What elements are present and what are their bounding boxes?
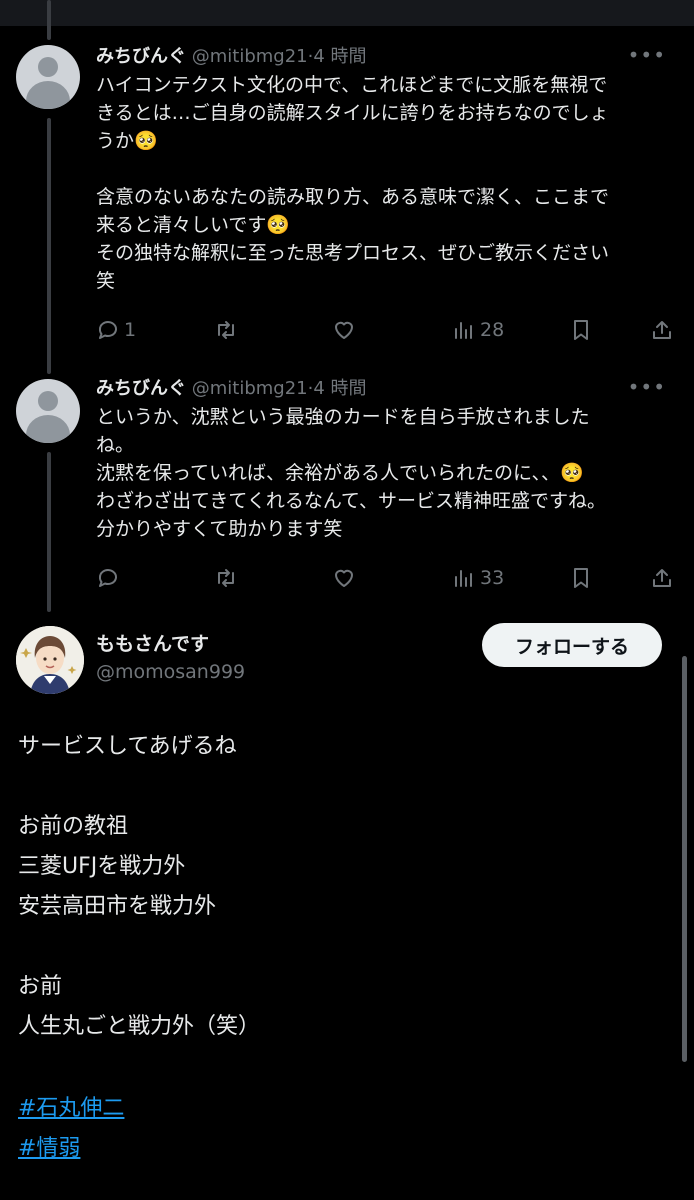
tweet-text-line: お前の教祖 (18, 814, 129, 839)
reply-icon (98, 321, 117, 339)
tweet-actions: 1 28 (96, 316, 676, 344)
scrollbar[interactable] (682, 656, 687, 1062)
heart-icon (335, 321, 353, 339)
tweet-text-line: お前 (18, 974, 63, 999)
user-handle[interactable]: @mitibmg21 (192, 46, 308, 67)
tweet-header: みちびんぐ @mitibmg21·4 時間 (96, 45, 666, 69)
thread-tweet: みちびんぐ @mitibmg21·4 時間 ••• ハイコンテクスト文化の中で、… (96, 45, 666, 295)
thread-connector (47, 0, 51, 40)
view-count: 33 (480, 567, 505, 589)
tweet-actions: 33 (96, 564, 676, 592)
user-handle[interactable]: @mitibmg21 (192, 378, 308, 399)
avatar[interactable] (16, 379, 80, 443)
bookmark-icon (574, 568, 588, 588)
avatar[interactable] (16, 45, 80, 109)
tweet-text-line: 安芸高田市を戦力外 (18, 894, 217, 919)
reply-button[interactable] (96, 564, 124, 592)
tweet-text: ハイコンテクスト文化の中で、これほどまでに文脈を無視で きるとは…ご自身の読解スタ… (96, 74, 610, 292)
reply-count: 1 (124, 319, 137, 341)
more-icon[interactable]: ••• (628, 377, 666, 397)
timestamp[interactable]: 4 時間 (313, 46, 366, 67)
share-icon (653, 321, 671, 339)
tweet-text-line: 人生丸ごと戦力外（笑） (18, 1014, 261, 1039)
view-count: 28 (480, 319, 505, 341)
views-icon (455, 570, 472, 587)
hashtag-link[interactable]: #石丸伸二 (18, 1094, 124, 1124)
bookmark-icon (574, 320, 588, 340)
top-bar (0, 0, 694, 26)
views-button[interactable]: 28 (452, 316, 504, 344)
follow-button[interactable]: フォローする (482, 623, 662, 667)
views-icon (455, 322, 472, 339)
display-name[interactable]: みちびんぐ (96, 46, 186, 67)
share-icon (653, 569, 671, 587)
thread-connector (47, 118, 51, 374)
retweet-button[interactable] (214, 564, 242, 592)
tweet-header: みちびんぐ @mitibmg21·4 時間 (96, 377, 666, 401)
display-name[interactable]: みちびんぐ (96, 378, 186, 399)
retweet-icon (218, 569, 234, 587)
thread-tweet: みちびんぐ @mitibmg21·4 時間 ••• というか、沈黙という最強のカ… (96, 377, 666, 543)
heart-icon (335, 569, 353, 587)
timestamp[interactable]: 4 時間 (313, 378, 366, 399)
hashtag-link[interactable]: #情弱 (18, 1134, 80, 1164)
display-name[interactable]: ももさんです (96, 631, 209, 657)
like-button[interactable] (332, 316, 360, 344)
avatar[interactable] (16, 626, 84, 694)
views-button[interactable]: 33 (452, 564, 504, 592)
share-button[interactable] (650, 564, 674, 592)
bookmark-button[interactable] (569, 316, 593, 344)
bookmark-button[interactable] (569, 564, 593, 592)
thread-connector (47, 452, 51, 612)
reply-icon (98, 569, 117, 587)
reply-button[interactable]: 1 (96, 316, 136, 344)
avatar-illustration (16, 626, 84, 694)
share-button[interactable] (650, 316, 674, 344)
like-button[interactable] (332, 564, 360, 592)
user-handle[interactable]: @momosan999 (96, 659, 245, 685)
retweet-button[interactable] (214, 316, 242, 344)
tweet-text-line: 三菱UFJを戦力外 (18, 854, 186, 879)
tweet-text: というか、沈黙という最強のカードを自ら手放されました ね。 沈黙を保っていれば、余裕… (96, 406, 606, 540)
tweet-text-line: サービスしてあげるね (18, 734, 237, 759)
retweet-icon (218, 321, 234, 339)
more-icon[interactable]: ••• (628, 45, 666, 65)
